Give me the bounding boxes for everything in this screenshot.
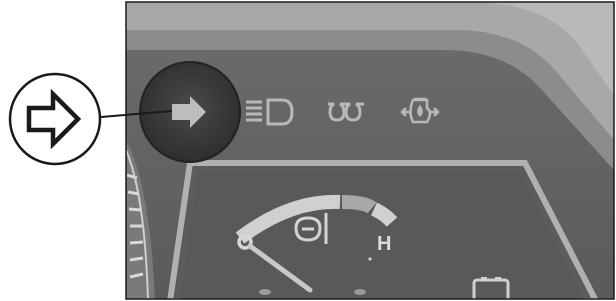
gauge-high-label: H (377, 233, 391, 255)
turn-signal-indicator-icon (8, 72, 102, 166)
instrument-illustration: H (8, 1, 615, 300)
coolant-gauge: H (167, 160, 599, 299)
dashboard-photo: H (126, 2, 614, 299)
